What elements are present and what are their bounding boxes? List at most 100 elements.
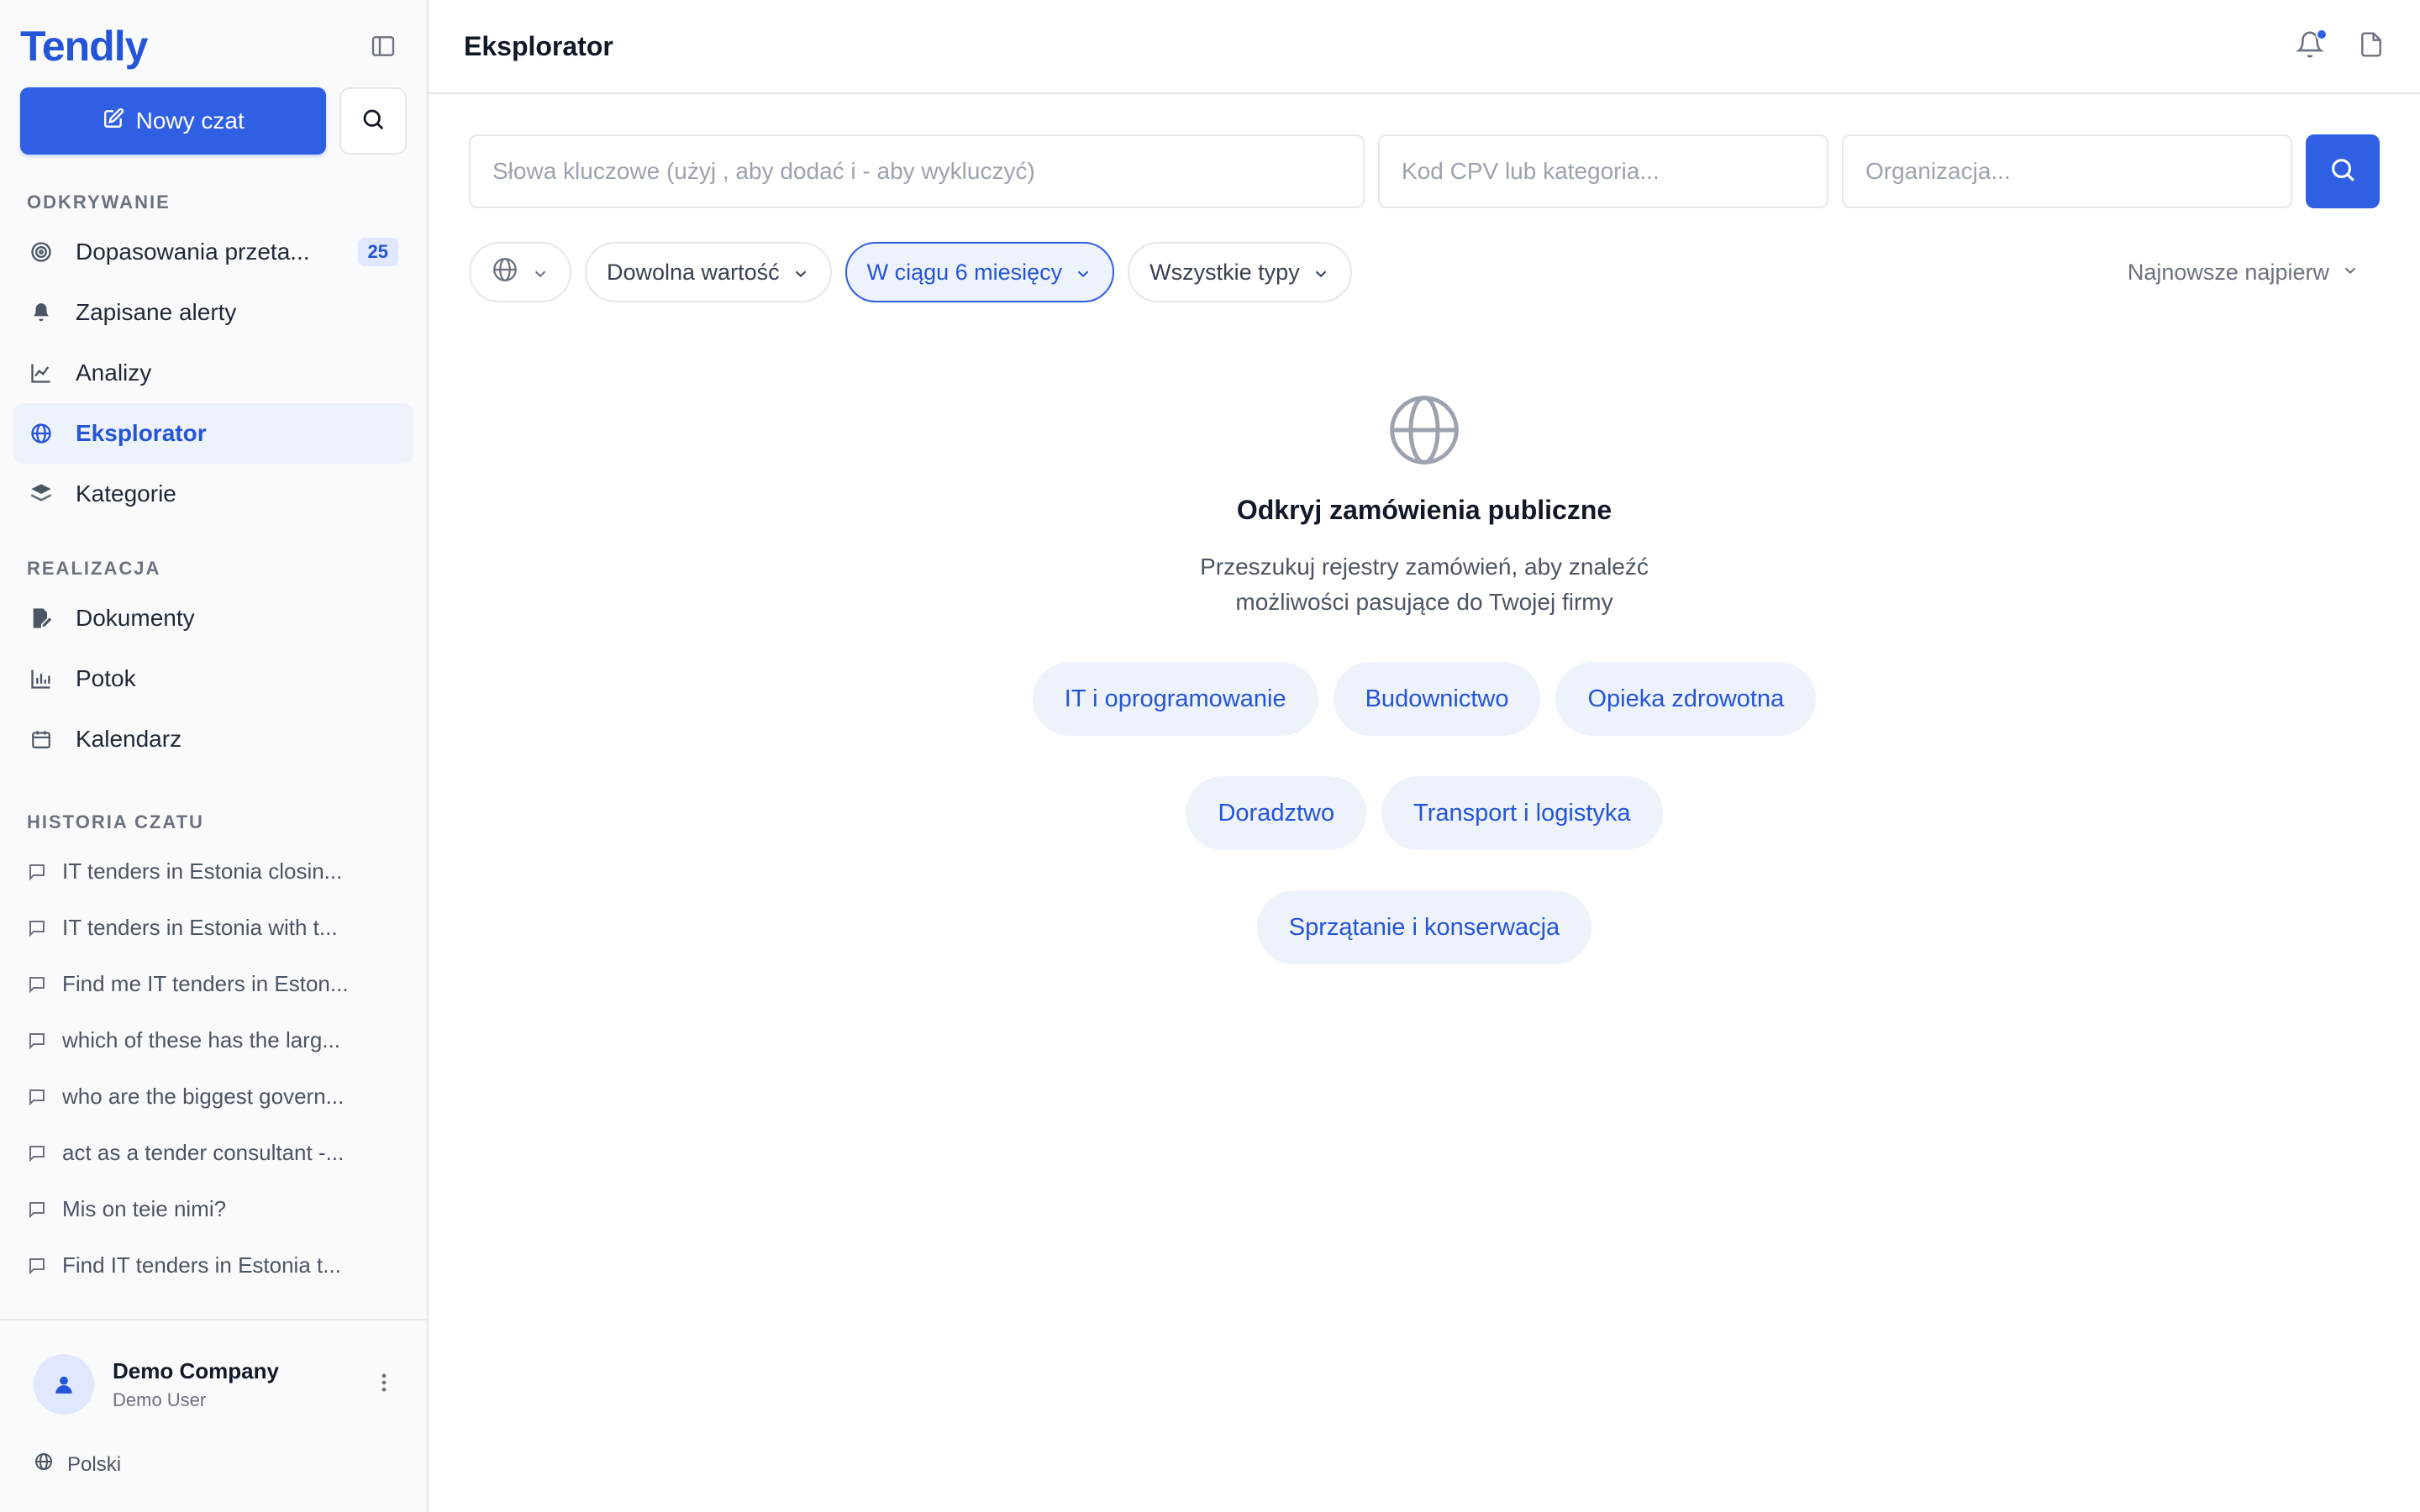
chip-row: Sprzątanie i konserwacja (1256, 890, 1592, 964)
type-filter-label: Wszystkie typy (1150, 259, 1300, 285)
more-vertical-icon[interactable] (375, 1371, 393, 1399)
sidebar-search-button[interactable] (339, 87, 407, 155)
category-chip[interactable]: Opieka zdrowotna (1555, 662, 1817, 736)
category-chip[interactable]: Doradztwo (1186, 776, 1367, 850)
sidebar-item-label: Zapisane alerty (76, 299, 237, 325)
sidebar-item-label: Kategorie (76, 480, 176, 507)
globe-icon (491, 255, 519, 290)
sidebar-item-pipeline[interactable]: Potok (13, 648, 413, 709)
sidebar-item-label: Potok (76, 665, 136, 691)
type-filter[interactable]: Wszystkie typy (1128, 242, 1352, 302)
new-chat-label: Nowy czat (135, 108, 245, 134)
chat-history-item[interactable]: IT tenders in Estonia closin... (0, 843, 427, 900)
language-selector[interactable]: Polski (0, 1452, 427, 1478)
new-chat-button[interactable]: Nowy czat (20, 87, 327, 155)
bell-icon (29, 300, 54, 325)
chat-history-item[interactable]: act as a tender consultant -... (0, 1125, 427, 1181)
keywords-field[interactable] (469, 134, 1365, 208)
sidebar-item-categories[interactable]: Kategorie (13, 464, 413, 524)
page-title: Eksplorator (464, 30, 613, 61)
filter-bar: Dowolna wartość W ciągu 6 miesięcy Wszys… (429, 208, 2420, 302)
search-icon (2328, 155, 2357, 188)
sort-dropdown[interactable]: Najnowsze najpierw (2128, 260, 2380, 286)
language-label: Polski (67, 1452, 122, 1476)
main-content: Eksplorator Słowa kluczowe (użyj , aby d… (429, 0, 2420, 1512)
sidebar-item-label: Dokumenty (76, 605, 195, 631)
calendar-icon (29, 727, 54, 752)
sidebar-item-label: Eksplorator (76, 420, 207, 446)
edit-icon (103, 108, 124, 135)
chevron-down-icon (1312, 263, 1330, 281)
chat-history-label: Find IT tenders in Estonia t... (62, 1252, 341, 1278)
category-suggestions: IT i oprogramowanie Budownictwo Opieka z… (1032, 662, 1817, 964)
period-filter-label: W ciągu 6 miesięcy (866, 259, 1063, 285)
header: Eksplorator (429, 0, 2420, 94)
chat-history-label: who are the biggest govern... (62, 1084, 345, 1109)
user-profile[interactable]: Demo Company Demo User (0, 1320, 427, 1415)
cpv-input[interactable] (1402, 158, 1805, 185)
section-label-discovery: ODKRYWANIE (27, 192, 171, 213)
sidebar-actions: Nowy czat (0, 87, 427, 155)
company-name: Demo Company (113, 1357, 279, 1383)
chat-bubble-icon (27, 1031, 47, 1051)
layers-icon (29, 481, 54, 507)
notification-dot (2316, 28, 2328, 40)
organization-input[interactable] (1865, 158, 2269, 185)
sidebar-item-analytics[interactable]: Analizy (13, 343, 413, 403)
sidebar-toggle-icon[interactable] (360, 23, 407, 70)
app-root: Tendly Nowy czat ODKRYWANIE Dopasowania … (0, 0, 2420, 1512)
value-filter-label: Dowolna wartość (607, 259, 780, 285)
region-filter[interactable] (469, 242, 571, 302)
keywords-input[interactable] (492, 158, 1341, 185)
sidebar-item-calendar[interactable]: Kalendarz (13, 709, 413, 769)
header-actions (2296, 28, 2385, 63)
chevron-down-icon (531, 263, 550, 281)
chip-row: Doradztwo Transport i logistyka (1186, 776, 1663, 850)
sidebar-footer: Demo Company Demo User Polski (0, 1319, 427, 1512)
organization-field[interactable] (1842, 134, 2292, 208)
chat-history-label: IT tenders in Estonia closin... (62, 858, 343, 884)
sidebar-item-explorer[interactable]: Eksplorator (13, 403, 413, 464)
chevron-down-icon (1074, 263, 1092, 281)
section-label-execution: REALIZACJA (27, 558, 161, 579)
sidebar-item-documents[interactable]: Dokumenty (13, 588, 413, 648)
value-filter[interactable]: Dowolna wartość (585, 242, 832, 302)
category-chip[interactable]: IT i oprogramowanie (1032, 662, 1318, 736)
category-chip[interactable]: Transport i logistyka (1381, 776, 1663, 850)
chat-history-item[interactable]: Find IT tenders in Estonia t... (0, 1237, 427, 1294)
chat-history-item[interactable]: which of these has the larg... (0, 1012, 427, 1068)
search-icon (360, 107, 386, 136)
chat-bubble-icon (27, 918, 47, 938)
bell-icon (2296, 31, 2324, 62)
sidebar-item-label: Analizy (76, 360, 152, 386)
chevron-down-icon (2341, 260, 2360, 286)
sidebar-item-matches[interactable]: Dopasowania przeta... 25 (13, 222, 413, 282)
cpv-field[interactable] (1378, 134, 1828, 208)
target-icon (29, 239, 54, 265)
chat-bubble-icon (27, 1256, 47, 1276)
matches-count-badge: 25 (357, 238, 398, 266)
chat-history-item[interactable]: who are the biggest govern... (0, 1068, 427, 1125)
sidebar: Tendly Nowy czat ODKRYWANIE Dopasowania … (0, 0, 429, 1512)
empty-state-description: Przeszukuj rejestry zamówień, aby znaleź… (1200, 554, 1649, 615)
chip-row: IT i oprogramowanie Budownictwo Opieka z… (1032, 662, 1817, 736)
chat-history-label: Find me IT tenders in Eston... (62, 971, 349, 996)
section-label-history: HISTORIA CZATU (27, 811, 204, 832)
sort-label: Najnowsze najpierw (2127, 259, 2329, 285)
period-filter[interactable]: W ciągu 6 miesięcy (844, 242, 1115, 302)
chat-history-label: which of these has the larg... (62, 1027, 340, 1053)
category-chip[interactable]: Sprzątanie i konserwacja (1256, 890, 1592, 964)
search-submit-button[interactable] (2306, 134, 2380, 208)
document-icon[interactable] (2358, 30, 2385, 63)
chat-history-item[interactable]: IT tenders in Estonia with t... (0, 900, 427, 956)
chat-history-item[interactable]: Mis on teie nimi? (0, 1181, 427, 1237)
brand-logo[interactable]: Tendly (20, 22, 148, 71)
sidebar-top: Tendly (0, 0, 427, 92)
notifications-button[interactable] (2296, 28, 2328, 63)
sidebar-item-saved-alerts[interactable]: Zapisane alerty (13, 282, 413, 343)
category-chip[interactable]: Budownictwo (1333, 662, 1541, 736)
sidebar-item-label: Kalendarz (76, 726, 182, 752)
avatar (34, 1354, 94, 1415)
search-bar (429, 94, 2420, 208)
chat-history-item[interactable]: Find me IT tenders in Eston... (0, 956, 427, 1012)
